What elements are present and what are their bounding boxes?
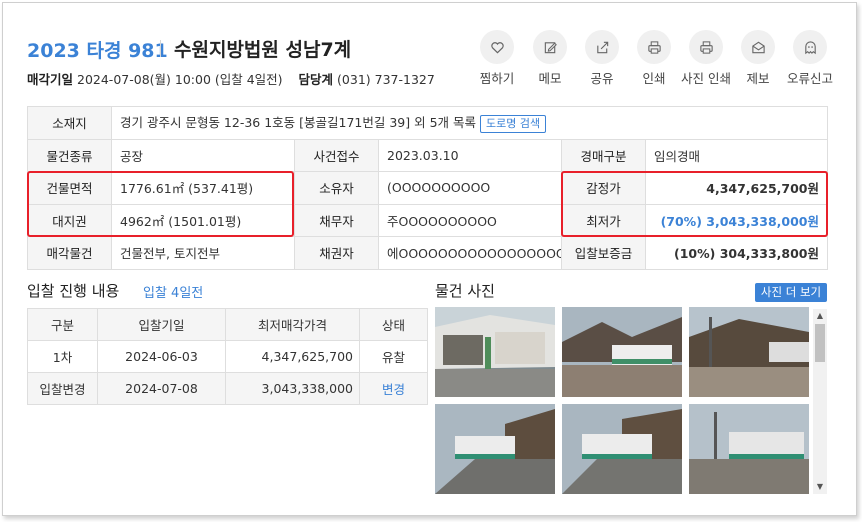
price-cell: 3,043,338,000 [225, 372, 360, 405]
sale-date-label: 매각기일 [27, 72, 74, 87]
property-photo[interactable] [435, 404, 555, 494]
memo-button[interactable]: 메모 [522, 30, 578, 87]
land-value: 4962㎡ (1501.01평) [111, 203, 295, 237]
table-row: 1차 2024-06-03 4,347,625,700 유찰 [27, 340, 428, 373]
price-cell: 4,347,625,700 [225, 340, 360, 373]
bid-history-title: 입찰 진행 내용 [27, 282, 120, 300]
photos-title: 물건 사진 [435, 282, 495, 300]
envelope-icon [751, 41, 765, 53]
col-header: 구분 [27, 308, 98, 341]
print-button[interactable]: 인쇄 [626, 30, 682, 87]
address-label: 소재지 [27, 106, 112, 140]
error-report-label: 오류신고 [786, 71, 833, 86]
deposit-label: 입찰보증금 [561, 236, 646, 270]
land-label: 대지권 [27, 203, 112, 237]
property-photo[interactable] [562, 307, 682, 397]
status-cell: 변경 [359, 372, 428, 405]
printer-icon [699, 40, 713, 54]
receipt-label: 사건접수 [294, 138, 379, 172]
print-label: 인쇄 [642, 71, 666, 86]
property-photo[interactable] [689, 307, 809, 397]
more-photos-button[interactable]: 사진 더 보기 [755, 283, 827, 302]
share-icon [596, 41, 608, 53]
property-info-table: 소재지 경기 광주시 문형동 12-36 1호동 [봉골길171번길 39] 외… [27, 106, 828, 270]
title-divider [160, 40, 161, 57]
address-value: 경기 광주시 문형동 12-36 1호동 [봉골길171번길 39] 외 5개 … [120, 115, 477, 131]
table-header-row: 구분 입찰기일 최저매각가격 상태 [27, 308, 428, 341]
error-report-button[interactable]: 오류신고 [782, 30, 838, 87]
building-area-label: 건물면적 [27, 171, 112, 205]
scroll-up-icon[interactable]: ▲ [813, 309, 827, 323]
favorite-label: 찜하기 [479, 71, 515, 86]
date-cell: 2024-07-08 [97, 372, 226, 405]
owner-label: 소유자 [294, 171, 379, 205]
debtor-value: 주OOOOOOOOOO [378, 203, 562, 237]
manager-phone: (031) 737-1327 [337, 72, 435, 87]
sale-info-line: 매각기일 2024-07-08(월) 10:00 (입찰 4일전) 담당계 (0… [27, 69, 435, 88]
table-row: 물건종류 공장 사건접수 2023.03.10 경매구분 임의경매 [27, 138, 828, 172]
type-value: 공장 [111, 138, 295, 172]
appraisal-value: 4,347,625,700원 [645, 171, 828, 205]
bid-history-table: 구분 입찰기일 최저매각가격 상태 1차 2024-06-03 4,347,62… [27, 308, 428, 405]
bid-history-countdown: 입찰 4일전 [143, 286, 204, 301]
sale-date-value: 2024-07-08(월) 10:00 (입찰 4일전) [77, 72, 283, 87]
type-label: 물건종류 [27, 138, 112, 172]
appraisal-label: 감정가 [561, 171, 646, 205]
table-row: 건물면적 1776.61㎡ (537.41평) 소유자 (OOOOOOOOOO … [27, 171, 828, 205]
sale-items-value: 건물전부, 토지전부 [111, 236, 295, 270]
favorite-button[interactable]: 찜하기 [469, 30, 525, 87]
date-cell: 2024-06-03 [97, 340, 226, 373]
creditor-value: 에OOOOOOOOOOOOOOOOO [378, 236, 562, 270]
col-header: 상태 [359, 308, 428, 341]
printer-icon [647, 40, 661, 54]
scroll-down-icon[interactable]: ▼ [813, 480, 827, 494]
creditor-label: 채권자 [294, 236, 379, 270]
table-row: 소재지 경기 광주시 문형동 12-36 1호동 [봉골길171번길 39] 외… [27, 106, 828, 140]
road-search-button[interactable]: 도로명 검색 [480, 115, 547, 134]
report-label: 제보 [746, 71, 770, 86]
case-number: 2023 타경 981 [27, 40, 168, 62]
auction-type-value: 임의경매 [645, 138, 828, 172]
round-cell: 1차 [27, 340, 98, 373]
table-row: 입찰변경 2024-07-08 3,043,338,000 변경 [27, 372, 428, 405]
photo-print-label: 사진 인쇄 [681, 71, 731, 86]
min-price-label: 최저가 [561, 203, 646, 237]
address-cell: 경기 광주시 문형동 12-36 1호동 [봉골길171번길 39] 외 5개 … [111, 106, 828, 140]
manager-label: 담당계 [298, 72, 334, 87]
photo-print-button[interactable]: 사진 인쇄 [678, 30, 734, 87]
building-area-value: 1776.61㎡ (537.41평) [111, 171, 295, 205]
property-detail-panel: 2023 타경 981 수원지방법원 성남7계 매각기일 2024-07-08(… [2, 2, 857, 516]
share-button[interactable]: 공유 [574, 30, 630, 87]
auction-type-label: 경매구분 [561, 138, 646, 172]
scroll-thumb[interactable] [815, 324, 825, 362]
round-cell: 입찰변경 [27, 372, 98, 405]
share-label: 공유 [590, 71, 614, 86]
debtor-label: 채무자 [294, 203, 379, 237]
sale-items-label: 매각물건 [27, 236, 112, 270]
deposit-value: (10%) 304,333,800원 [645, 236, 828, 270]
pencil-icon [544, 41, 557, 53]
report-button[interactable]: 제보 [730, 30, 786, 87]
min-price-value: (70%) 3,043,338,000원 [645, 203, 828, 237]
ghost-icon [804, 40, 816, 54]
table-row: 대지권 4962㎡ (1501.01평) 채무자 주OOOOOOOOOO 최저가… [27, 203, 828, 237]
receipt-value: 2023.03.10 [378, 138, 562, 172]
status-cell: 유찰 [359, 340, 428, 373]
property-photo[interactable] [562, 404, 682, 494]
heart-icon [490, 41, 504, 54]
property-photo[interactable] [689, 404, 809, 494]
owner-value: (OOOOOOOOOO [378, 171, 562, 205]
memo-label: 메모 [538, 71, 562, 86]
table-row: 매각물건 건물전부, 토지전부 채권자 에OOOOOOOOOOOOOOOOO 입… [27, 236, 828, 270]
court-name: 수원지방법원 성남7계 [174, 39, 352, 61]
photo-scrollbar[interactable]: ▲ ▼ [813, 309, 827, 494]
property-photo[interactable] [435, 307, 555, 397]
col-header: 입찰기일 [97, 308, 226, 341]
col-header: 최저매각가격 [225, 308, 360, 341]
